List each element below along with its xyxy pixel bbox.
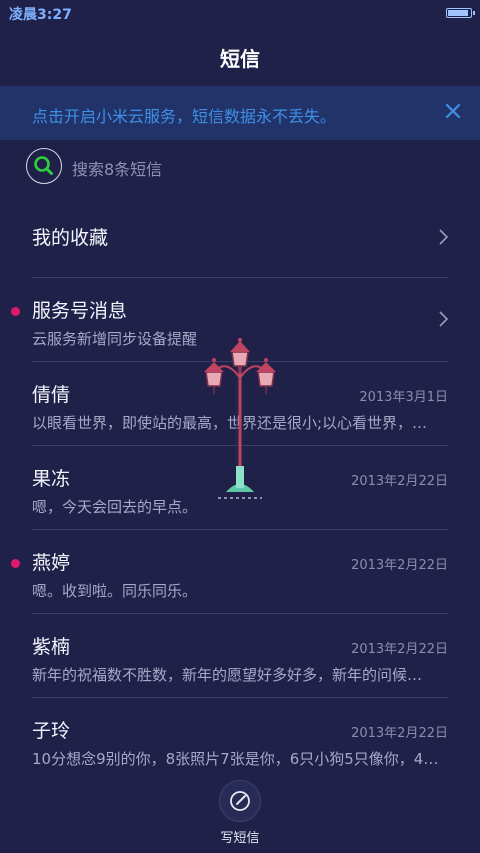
message-date: 2013年2月22日 xyxy=(351,474,448,489)
unread-dot xyxy=(11,559,20,568)
message-date: 2013年2月22日 xyxy=(351,642,448,657)
contact-name: 服务号消息 xyxy=(32,300,128,322)
compose-label[interactable]: 写短信 xyxy=(0,827,480,846)
close-icon[interactable] xyxy=(440,98,466,124)
message-date: 2013年3月1日 xyxy=(359,390,448,405)
cloud-service-banner[interactable]: 点击开启小米云服务，短信数据永不丢失。 xyxy=(0,86,480,140)
chevron-right-icon xyxy=(436,228,450,246)
contact-name: 倩倩 xyxy=(32,384,71,406)
list-item[interactable]: 紫楠新年的祝福数不胜数，新年的愿望好多好多，新年的问候… 2013年2月22日 xyxy=(0,614,480,698)
unread-dot xyxy=(11,307,20,316)
search-input[interactable]: 搜索8条短信 xyxy=(72,156,162,180)
list-item[interactable]: 子玲 10分想念9别的你，8张照片7张是你，6只小狗5只像你，4… 2013年2月2… xyxy=(0,698,480,782)
chevron-right-icon xyxy=(436,310,450,328)
sms-screen: 凌晨3:27 短信 点击开启小米云服务，短信数据永不丢失。 搜索8条短信 我的收… xyxy=(0,0,480,853)
compose-area: 写短信 xyxy=(0,780,480,850)
page-title: 短信 xyxy=(220,47,260,71)
battery-icon xyxy=(446,8,475,18)
banner-text[interactable]: 点击开启小米云服务，短信数据永不丢失。 xyxy=(32,103,336,127)
battery-level xyxy=(448,10,469,16)
message-preview: 新年的祝福数不胜数，新年的愿望好多好多，新年的问候… xyxy=(32,666,423,684)
message-preview: 嗯。收到啦。同乐同乐。 xyxy=(32,582,198,600)
contact-name: 我的收藏 xyxy=(32,227,109,249)
status-time: 凌晨3:27 xyxy=(9,7,72,23)
list-item[interactable]: 燕婷嗯。收到啦。同乐同乐。 2013年2月22日 xyxy=(0,530,480,614)
compose-icon[interactable] xyxy=(220,781,260,821)
title-bar: 短信 xyxy=(0,30,480,86)
list-item[interactable]: 我的收藏 xyxy=(0,194,480,278)
contact-name: 燕婷 xyxy=(32,552,71,574)
status-bar: 凌晨3:27 xyxy=(0,0,480,26)
compose-button[interactable] xyxy=(219,780,261,822)
contact-name: 果冻 xyxy=(32,468,71,490)
contact-name: 子玲 xyxy=(32,720,71,742)
message-date: 2013年2月22日 xyxy=(351,558,448,573)
street-lamp-illustration xyxy=(196,338,284,502)
search-icon[interactable] xyxy=(26,148,62,184)
search-bar[interactable]: 搜索8条短信 xyxy=(26,148,456,186)
contact-name: 紫楠 xyxy=(32,636,71,658)
message-preview: 10分想念9别的你，8张照片7张是你，6只小狗5只像你，4… xyxy=(32,750,439,768)
message-date: 2013年2月22日 xyxy=(351,726,448,741)
